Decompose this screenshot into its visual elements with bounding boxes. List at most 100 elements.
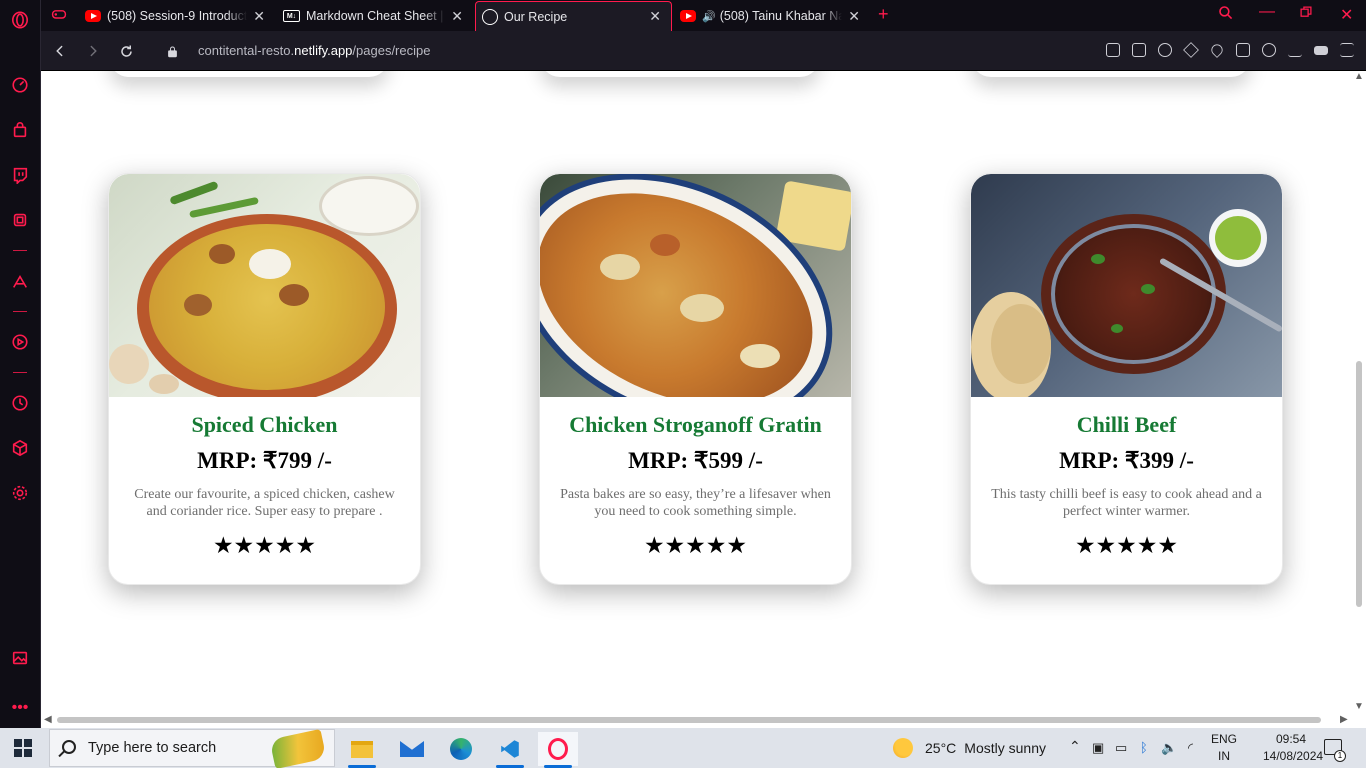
ad-blocker-icon[interactable] bbox=[1158, 43, 1172, 57]
sidebar-divider bbox=[13, 372, 27, 373]
shopping-bag-icon[interactable] bbox=[10, 120, 30, 140]
volume-icon[interactable]: 🔈 bbox=[1161, 740, 1177, 756]
scroll-right-arrow-icon[interactable]: ▶ bbox=[1340, 714, 1348, 725]
bluetooth-icon[interactable]: ᛒ bbox=[1140, 740, 1148, 755]
star-rating: ★★★★★ bbox=[643, 532, 748, 558]
recipe-title: Chilli Beef bbox=[1076, 412, 1177, 437]
sunny-weather-icon bbox=[893, 738, 913, 758]
youtube-icon bbox=[680, 10, 696, 22]
recipe-card-chilli-beef[interactable]: Chilli Beef MRP: ₹399 /- This tasty chil… bbox=[970, 173, 1283, 585]
tab-our-recipe[interactable]: Our Recipe ✕ bbox=[475, 1, 672, 31]
recipe-title: Chicken Stroganoff Gratin bbox=[569, 412, 822, 437]
restore-icon[interactable] bbox=[1299, 5, 1313, 24]
vscode-icon[interactable] bbox=[490, 732, 530, 768]
mail-icon[interactable] bbox=[392, 732, 432, 766]
sidebar-divider bbox=[13, 311, 27, 312]
system-clock[interactable]: 09:54 14/08/2024 bbox=[1263, 731, 1323, 765]
taskbar-search-box[interactable]: Type here to search bbox=[49, 728, 335, 768]
windows-start-icon[interactable] bbox=[14, 739, 32, 757]
send-icon[interactable] bbox=[1183, 42, 1199, 58]
reload-button[interactable] bbox=[116, 41, 136, 61]
forward-button[interactable] bbox=[83, 41, 103, 61]
recipe-price: MRP: ₹399 /- bbox=[1059, 448, 1194, 473]
opera-logo-icon[interactable] bbox=[10, 10, 30, 30]
aria-icon[interactable] bbox=[10, 272, 30, 292]
tab-close-icon[interactable]: ✕ bbox=[451, 8, 463, 25]
lock-icon[interactable] bbox=[162, 41, 182, 61]
recipe-image-chicken-stroganoff-gratin bbox=[540, 174, 851, 397]
opera-taskbar-icon[interactable] bbox=[538, 732, 578, 768]
recipe-card-chicken-stroganoff-gratin[interactable]: Chicken Stroganoff Gratin MRP: ₹599 /- P… bbox=[539, 173, 852, 585]
sidebar-divider bbox=[13, 250, 27, 251]
edge-browser-icon[interactable] bbox=[441, 732, 481, 766]
wifi-icon[interactable]: ◜ bbox=[1188, 740, 1193, 756]
vertical-scrollbar[interactable]: ▲ ▼ bbox=[1351, 71, 1366, 717]
recipe-title: Spiced Chicken bbox=[191, 412, 338, 437]
previous-card-edge bbox=[109, 71, 389, 77]
tab-close-icon[interactable]: ✕ bbox=[848, 8, 860, 25]
horizontal-scroll-thumb[interactable] bbox=[57, 717, 1321, 723]
speed-dial-icon[interactable] bbox=[10, 75, 30, 95]
opera-sidebar: ••• bbox=[0, 0, 41, 728]
corn-decoration-icon bbox=[269, 728, 327, 768]
battery-saver-icon[interactable] bbox=[1314, 46, 1328, 55]
scroll-up-arrow-icon[interactable]: ▲ bbox=[1354, 71, 1364, 82]
search-icon bbox=[62, 740, 76, 754]
more-options-icon[interactable]: ••• bbox=[10, 698, 30, 718]
extensions-cube-icon[interactable] bbox=[10, 438, 30, 458]
notification-count-badge: 1 bbox=[1334, 750, 1346, 762]
weather-widget[interactable]: 25°C Mostly sunny bbox=[893, 738, 1046, 758]
screen: ••• (508) Session-9 Introduction ✕ M↓ Ma… bbox=[0, 0, 1366, 768]
heart-icon[interactable] bbox=[1209, 42, 1225, 58]
extensions-icon[interactable] bbox=[1236, 43, 1250, 57]
star-rating: ★★★★★ bbox=[212, 532, 317, 558]
tab-close-icon[interactable]: ✕ bbox=[253, 8, 265, 25]
close-window-icon[interactable]: ✕ bbox=[1340, 5, 1353, 25]
easy-setup-icon[interactable] bbox=[1340, 43, 1354, 57]
aria-ai-icon[interactable] bbox=[10, 210, 30, 230]
battery-icon[interactable]: ▭ bbox=[1115, 740, 1127, 756]
camera-snapshot-icon[interactable] bbox=[1132, 43, 1146, 57]
tab-search-icon[interactable] bbox=[1218, 5, 1234, 26]
recipe-description: This tasty chilli beef is easy to cook a… bbox=[991, 487, 1262, 519]
scroll-down-arrow-icon[interactable]: ▼ bbox=[1354, 701, 1364, 712]
input-language-indicator[interactable]: ENG IN bbox=[1211, 731, 1237, 765]
edit-page-icon[interactable] bbox=[1106, 43, 1120, 57]
vertical-scroll-thumb[interactable] bbox=[1356, 361, 1362, 607]
back-button[interactable] bbox=[50, 41, 70, 61]
settings-gear-icon[interactable] bbox=[10, 483, 30, 503]
tab-markdown-cheat-sheet[interactable]: M↓ Markdown Cheat Sheet | Markdown ✕ bbox=[277, 1, 473, 31]
meet-now-icon[interactable]: ▣ bbox=[1092, 740, 1104, 756]
scroll-left-arrow-icon[interactable]: ◀ bbox=[44, 714, 52, 725]
gamepad-icon[interactable] bbox=[51, 6, 67, 27]
new-tab-button[interactable]: + bbox=[878, 4, 889, 25]
recipe-image-spiced-chicken bbox=[109, 174, 420, 397]
star-rating: ★★★★★ bbox=[1074, 532, 1179, 558]
player-icon[interactable] bbox=[10, 332, 30, 352]
horizontal-scrollbar[interactable]: ◀ ▶ bbox=[41, 713, 1366, 728]
speaker-audio-icon[interactable]: 🔊 bbox=[702, 10, 716, 23]
previous-card-edge bbox=[971, 71, 1251, 77]
show-hidden-icons-chevron-icon[interactable]: ⌃ bbox=[1069, 738, 1081, 755]
image-gallery-icon[interactable] bbox=[10, 648, 30, 668]
recipe-card-spiced-chicken[interactable]: Spiced Chicken MRP: ₹799 /- Create our f… bbox=[108, 173, 421, 585]
minimize-icon[interactable]: — bbox=[1259, 3, 1275, 21]
profile-icon[interactable] bbox=[1262, 43, 1276, 57]
toolbar-icons bbox=[1106, 42, 1354, 58]
tab-strip: (508) Session-9 Introduction ✕ M↓ Markdo… bbox=[41, 0, 1366, 31]
recipe-description: Pasta bakes are so easy, they’re a lifes… bbox=[560, 487, 831, 519]
youtube-icon bbox=[85, 10, 101, 22]
history-icon[interactable] bbox=[10, 393, 30, 413]
tab-session-9[interactable]: (508) Session-9 Introduction ✕ bbox=[79, 1, 275, 31]
download-icon[interactable] bbox=[1288, 43, 1302, 57]
file-explorer-icon[interactable] bbox=[342, 732, 382, 768]
tab-tainu-khabar-nahi[interactable]: 🔊 (508) Tainu Khabar Nahi ✕ bbox=[674, 1, 870, 31]
previous-card-edge bbox=[540, 71, 820, 77]
recipe-description: Create our favourite, a spiced chicken, … bbox=[134, 487, 395, 519]
url-field[interactable]: contitental-resto.netlify.app/pages/reci… bbox=[198, 43, 430, 58]
recipe-price: MRP: ₹599 /- bbox=[628, 448, 763, 473]
twitch-icon[interactable] bbox=[10, 165, 30, 185]
tab-close-icon[interactable]: ✕ bbox=[649, 8, 661, 25]
recipe-page: Spiced Chicken MRP: ₹799 /- Create our f… bbox=[41, 71, 1351, 717]
markdown-icon: M↓ bbox=[283, 10, 300, 22]
